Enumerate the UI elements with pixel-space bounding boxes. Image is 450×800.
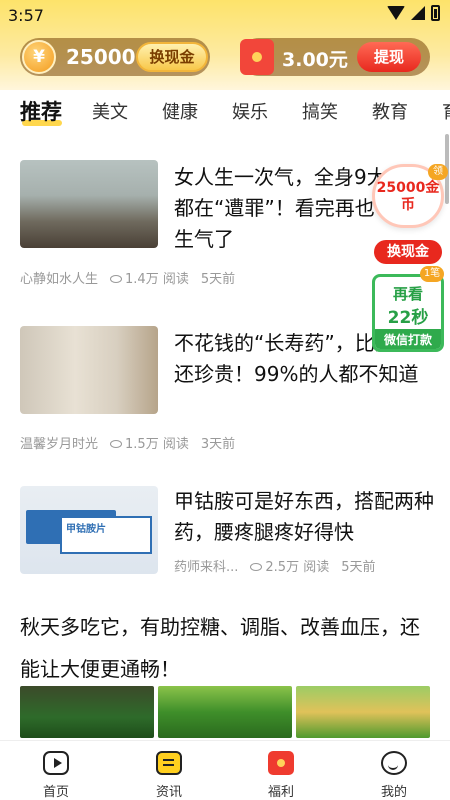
exchange-cash-button[interactable]: 换现金 <box>136 42 208 72</box>
floating-exchange-cash-button[interactable]: 换现金 <box>374 240 442 264</box>
category-tabs: 推荐 美文 健康 娱乐 搞笑 教育 育 <box>0 90 450 134</box>
article-source: 药师来科... <box>174 560 239 575</box>
tab-education[interactable]: 教育 <box>372 98 408 124</box>
battery-icon <box>431 5 440 21</box>
article-thumbnail[interactable] <box>20 160 158 248</box>
bottom-navigation: 首页 资讯 福利 我的 <box>0 740 450 800</box>
signal-icon <box>411 6 425 20</box>
nav-rewards[interactable]: 福利 <box>241 741 321 800</box>
nav-news[interactable]: 资讯 <box>129 741 209 800</box>
article-thumbnail[interactable] <box>20 326 158 414</box>
nav-home[interactable]: 首页 <box>16 741 96 800</box>
nav-label: 我的 <box>380 785 407 800</box>
eye-icon <box>250 563 263 571</box>
watch-countdown: 22秒 <box>387 308 429 328</box>
status-bar: 3:57 <box>0 0 450 30</box>
article-time: 3天前 <box>200 437 236 452</box>
watch-reward-widget[interactable]: 再看 22秒 微信打款 <box>372 274 444 352</box>
nav-label: 资讯 <box>155 785 182 800</box>
tab-funny[interactable]: 搞笑 <box>302 98 338 124</box>
article-meta: 药师来科... 2.5万 阅读 5天前 <box>174 556 376 575</box>
tab-entertainment[interactable]: 娱乐 <box>232 98 268 124</box>
gift-icon <box>268 751 294 775</box>
wechat-payout-button[interactable]: 微信打款 <box>375 329 441 349</box>
nav-label: 首页 <box>42 785 69 800</box>
red-packet-icon <box>240 39 274 75</box>
status-icons <box>387 5 440 21</box>
payout-count-badge: 1笔 <box>420 266 444 282</box>
news-icon <box>156 751 182 775</box>
coin-reward-text[interactable]: 25000金币 <box>374 180 442 214</box>
tab-recommend[interactable]: 推荐 <box>20 96 62 126</box>
article-photo[interactable] <box>296 686 430 738</box>
article-title[interactable]: 秋天多吃它，有助控糖、调脂、改善血压，还能让大便更通畅！ <box>20 606 430 690</box>
nav-label: 福利 <box>267 785 294 800</box>
wifi-icon <box>387 6 405 20</box>
status-time: 3:57 <box>8 6 44 25</box>
article-photo[interactable] <box>158 686 292 738</box>
article-photo[interactable] <box>20 686 154 738</box>
tab-health[interactable]: 健康 <box>162 98 198 124</box>
article-meta: 温馨岁月时光 1.5万 阅读 3天前 <box>20 433 235 452</box>
article-time: 5天前 <box>341 560 376 575</box>
coin-icon: ¥ <box>22 40 56 74</box>
article-reads: 1.5万 阅读 <box>125 437 189 452</box>
article-title[interactable]: 甲钴胺可是好东西，搭配两种药，腰疼腿疼好得快 <box>174 486 434 548</box>
article-source: 心静如水人生 <box>20 272 99 287</box>
claim-badge: 领 <box>428 164 448 180</box>
tab-essays[interactable]: 美文 <box>92 98 128 124</box>
article-meta: 心静如水人生 1.4万 阅读 5天前 <box>20 268 235 287</box>
tab-parenting[interactable]: 育 <box>442 98 450 124</box>
watch-prompt: 再看 <box>392 285 423 303</box>
article-time: 5天前 <box>200 272 236 287</box>
eye-icon <box>110 275 123 283</box>
cash-balance: 3.00元 <box>282 49 348 71</box>
article-reads: 1.4万 阅读 <box>125 272 189 287</box>
smile-icon <box>381 751 407 775</box>
coin-balance: 25000 <box>66 45 136 69</box>
play-icon <box>43 751 69 775</box>
article-photo-row <box>20 686 430 738</box>
nav-me[interactable]: 我的 <box>354 741 434 800</box>
eye-icon <box>110 440 123 448</box>
article-source: 温馨岁月时光 <box>20 437 99 452</box>
medicine-box: 甲钴胺片 <box>60 516 152 554</box>
article-reads: 2.5万 阅读 <box>265 560 330 575</box>
medicine-label: 甲钴胺片 <box>66 524 106 535</box>
withdraw-button[interactable]: 提现 <box>357 42 421 72</box>
article-thumbnail[interactable]: 甲钴胺片 <box>20 486 158 574</box>
